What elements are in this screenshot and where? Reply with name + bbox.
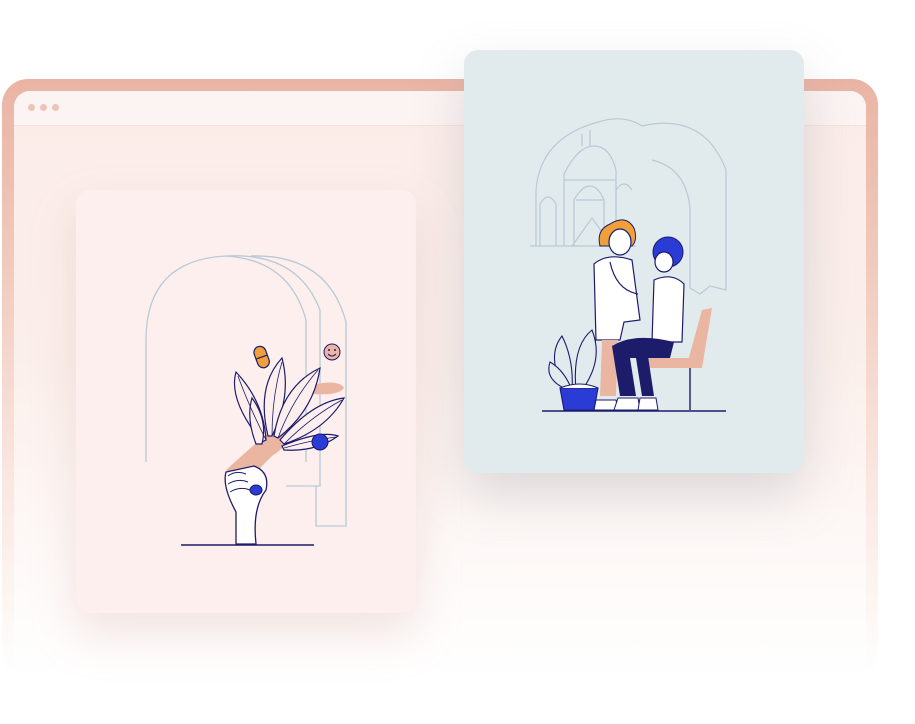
bouquet-illustration: [145, 255, 347, 546]
illustration-card-doctor: [464, 50, 804, 473]
window-dot-icon[interactable]: [28, 104, 35, 111]
smiley-icon: [323, 343, 341, 361]
pill-icon: [253, 345, 270, 369]
potted-plant-icon: [548, 329, 599, 411]
window-controls: [28, 104, 59, 111]
berry-icon: [311, 433, 329, 451]
window-dot-icon[interactable]: [52, 104, 59, 111]
doctor-illustration: [530, 118, 727, 412]
window-dot-icon[interactable]: [40, 104, 47, 111]
bouquet-leaves: [233, 356, 346, 451]
hand-icon: [224, 465, 268, 545]
illustration-card-bouquet: [76, 190, 416, 613]
